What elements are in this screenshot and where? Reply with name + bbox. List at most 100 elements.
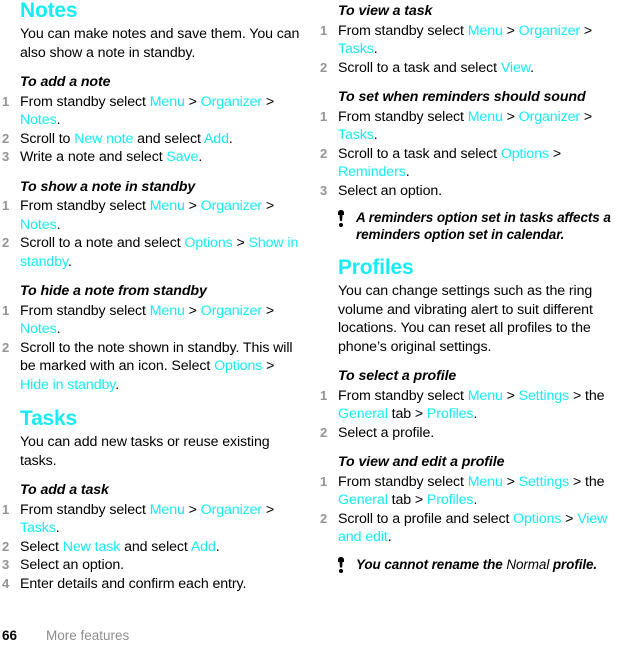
procedure-title: To hide a note from standby [20, 283, 207, 299]
procedure-title: To view and edit a profile [338, 454, 505, 470]
ui-term: Menu [149, 198, 185, 214]
step-number: 1 [320, 387, 328, 403]
procedure-steps: 1 From standby select Menu > Organizer > … [2, 197, 302, 271]
procedure-steps: 1 From standby select Menu > Settings > t… [320, 473, 620, 547]
step-text: From standby select Menu > Organizer > N… [20, 93, 302, 130]
step-text: From standby select Menu > Settings > th… [338, 473, 620, 510]
step-text-run: . [473, 406, 478, 422]
section-heading-tasks: Tasks [20, 407, 77, 430]
step-text-run: Scroll to a note and select [20, 235, 185, 251]
tip-text: You cannot rename the Normal profile. [356, 556, 620, 573]
step-text-run: . [55, 520, 60, 536]
step-number: 1 [2, 93, 10, 109]
notes-intro-paragraph: You can make notes and save them. You ca… [20, 26, 300, 61]
step-text-run: > the [569, 473, 605, 490]
step-number: 3 [2, 149, 10, 164]
step-text-run: > [232, 235, 249, 251]
ui-term: Profiles [426, 492, 474, 508]
step-text-run: > [262, 93, 275, 110]
exclamation-tip-icon [337, 210, 346, 227]
step-text-run: From standby select [338, 387, 468, 404]
step-text-run: . [215, 538, 220, 555]
step-text-run: Scroll to a task and select [338, 145, 501, 162]
ui-term: General [338, 406, 388, 422]
step-text-run: . [56, 321, 61, 337]
procedure-step: 1 From standby select Menu > Settings > t… [320, 387, 620, 424]
step-text-run: From standby select [20, 198, 150, 214]
step-text: From standby select Menu > Organizer > N… [20, 197, 302, 234]
step-text-run: Select a profile. [338, 424, 435, 441]
step-number: 2 [2, 339, 10, 355]
step-text-run: tab > [387, 492, 427, 508]
step-number: 2 [320, 59, 328, 75]
step-text-run: From standby select [20, 501, 150, 518]
step-text-run: . [56, 112, 61, 128]
step-text-run: > [184, 198, 201, 214]
step-text-run: Scroll to [20, 130, 75, 147]
procedure-step: 2 Select New task and select Add. [2, 538, 302, 557]
procedure-title: To add a note [20, 74, 111, 90]
procedure-step: 1 From standby select Menu > Settings > t… [320, 473, 620, 510]
procedure-list-left: To add a note 1 From standby select Menu >… [2, 73, 302, 394]
ui-term: Add [190, 538, 216, 555]
step-text-run: > [580, 108, 593, 125]
step-number: 3 [2, 557, 10, 572]
step-text-run: . [198, 149, 203, 165]
ui-term: Organizer [200, 302, 263, 319]
tip-text: A reminders option set in tasks affects … [356, 210, 611, 242]
step-text-run: > [549, 145, 562, 162]
procedure-step: 1 From standby select Menu > Organizer > … [320, 108, 620, 145]
left-column: Notes You can make notes and save them. … [2, 0, 302, 593]
step-text-run: > [262, 501, 275, 518]
page-number: 66 [2, 628, 18, 643]
procedure-steps: 1 From standby select Menu > Organizer > … [2, 302, 302, 395]
step-number: 2 [2, 130, 10, 146]
procedure-step: 4 Enter details and confirm each entry. [2, 575, 302, 594]
ui-term: Menu [149, 501, 185, 518]
ui-term: Notes [20, 321, 57, 337]
step-text-run: > [184, 93, 201, 110]
ui-term: Save [166, 149, 199, 165]
procedure-step: 1 From standby select Menu > Organizer > … [2, 302, 302, 339]
ui-term: Notes [20, 216, 57, 233]
step-number: 3 [320, 182, 328, 198]
step-number: 4 [2, 575, 10, 591]
step-text-run: Select an option. [338, 182, 442, 199]
procedure-step: 3 Select an option. [2, 556, 302, 575]
step-text: Enter details and confirm each entry. [20, 575, 302, 594]
step-number: 2 [320, 510, 328, 526]
step-text-run: From standby select [338, 108, 468, 125]
step-text: From standby select Menu > Organizer > T… [338, 108, 620, 145]
step-text-run: > the [569, 387, 605, 404]
profiles-intro-paragraph: You can change settings such as the ring… [338, 283, 593, 355]
step-text-run: . [67, 253, 72, 270]
procedure-title: To view a task [338, 3, 433, 19]
step-number: 2 [320, 145, 328, 161]
section-heading-profiles: Profiles [338, 256, 414, 279]
step-text: Scroll to New note and select Add. [20, 130, 302, 149]
step-text-run: . [387, 529, 392, 545]
ui-term: Tasks [20, 520, 56, 536]
procedure-step: 2 Scroll to New note and select Add. [2, 130, 302, 149]
step-text: Select New task and select Add. [20, 538, 302, 557]
exclamation-tip-icon [337, 556, 346, 574]
tasks-intro-paragraph: You can add new tasks or reuse existing … [20, 434, 270, 469]
step-text-run: and select [120, 538, 191, 555]
ui-term: Menu [467, 387, 503, 404]
step-text-run: and select [133, 130, 204, 147]
step-number: 1 [320, 108, 328, 124]
step-text-run: tab > [387, 406, 427, 422]
step-number: 1 [2, 198, 10, 213]
ui-term: Add [203, 130, 229, 147]
step-text-run: Scroll to a task and select [338, 59, 501, 76]
tip-text-run: profile. [549, 556, 598, 572]
step-text: From standby select Menu > Settings > th… [338, 387, 620, 424]
ui-term: Hide in standby [20, 376, 116, 393]
step-text-run: Select an option. [20, 557, 124, 573]
step-text-run: . [115, 376, 120, 393]
step-text-run: > [502, 387, 519, 404]
step-text-run: > [184, 501, 201, 518]
ui-term: Organizer [200, 93, 263, 110]
ui-term: Notes [20, 112, 57, 128]
